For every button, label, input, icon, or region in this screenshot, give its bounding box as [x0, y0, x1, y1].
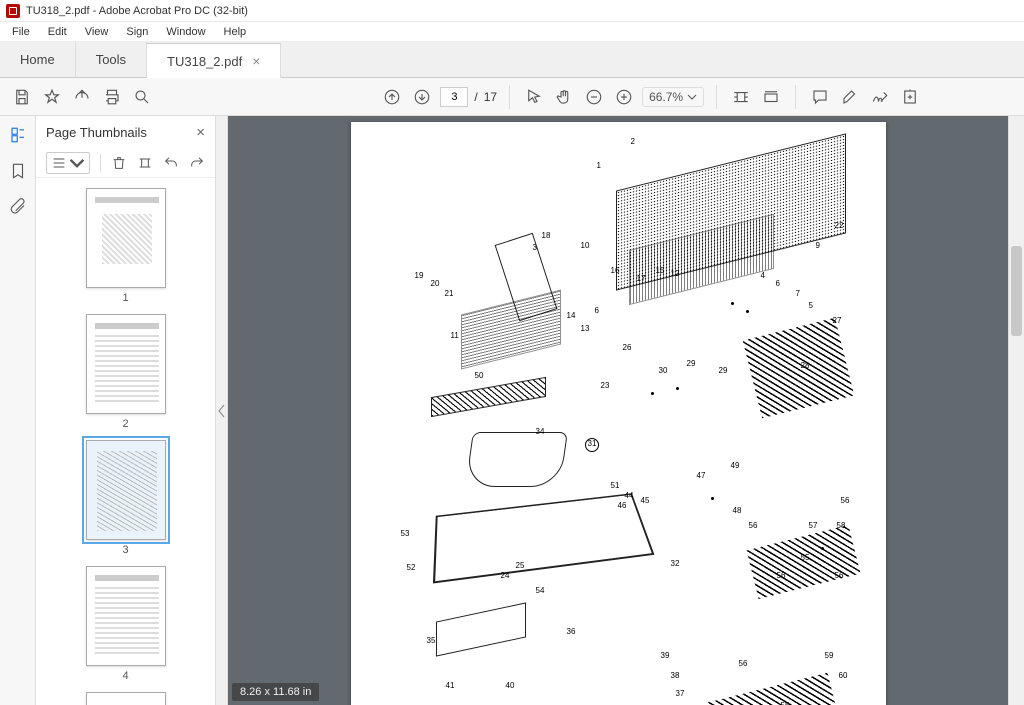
menu-view[interactable]: View [77, 24, 117, 40]
page-number-input[interactable] [440, 87, 468, 107]
content-area: Page Thumbnails × 1 2 3 [0, 116, 1024, 705]
comment-button[interactable] [808, 85, 832, 109]
sign-button[interactable] [868, 85, 892, 109]
thumb-options-button[interactable] [46, 152, 90, 174]
page-nav: / 17 [440, 87, 497, 107]
highlight-button[interactable] [838, 85, 862, 109]
tab-tools-label: Tools [96, 52, 126, 67]
thumbnail-3[interactable]: 3 [86, 440, 166, 556]
chevron-left-icon [218, 404, 226, 418]
search-button[interactable] [130, 85, 154, 109]
thumbnail-label: 3 [122, 544, 128, 556]
tab-document[interactable]: TU318_2.pdf × [147, 43, 281, 78]
tab-home-label: Home [20, 52, 55, 67]
close-icon[interactable]: × [252, 53, 260, 69]
thumbnail-label: 2 [122, 418, 128, 430]
fit-width-button[interactable] [729, 85, 753, 109]
tab-home[interactable]: Home [0, 42, 76, 77]
fit-page-button[interactable] [759, 85, 783, 109]
left-rail [0, 116, 36, 705]
rotate-pages-icon[interactable] [137, 155, 153, 171]
menu-edit[interactable]: Edit [40, 24, 75, 40]
document-page: 2 1 9 22 18 3 10 16 17 15 12 4 6 7 5 [351, 122, 886, 705]
page-up-button[interactable] [380, 85, 404, 109]
title-bar: TU318_2.pdf - Adobe Acrobat Pro DC (32-b… [0, 0, 1024, 22]
print-button[interactable] [100, 85, 124, 109]
menu-file[interactable]: File [4, 24, 38, 40]
zoom-level-label: 66.7% [649, 90, 683, 104]
thumbnail-4[interactable]: 4 [86, 566, 166, 682]
vertical-scrollbar[interactable] [1008, 116, 1024, 705]
document-viewer[interactable]: 2 1 9 22 18 3 10 16 17 15 12 4 6 7 5 [228, 116, 1008, 705]
menu-help[interactable]: Help [216, 24, 255, 40]
scrollbar-thumb[interactable] [1011, 246, 1022, 336]
bookmark-panel-icon[interactable] [9, 162, 27, 180]
thumbnail-1[interactable]: 1 [86, 188, 166, 304]
thumbnail-label: 1 [122, 292, 128, 304]
page-dimensions-label: 8.26 x 11.68 in [232, 683, 319, 701]
thumbnails-tools [36, 148, 215, 178]
select-tool[interactable] [522, 85, 546, 109]
app-icon [6, 4, 20, 18]
more-tools-button[interactable] [898, 85, 922, 109]
exploded-diagram: 2 1 9 22 18 3 10 16 17 15 12 4 6 7 5 [381, 142, 878, 705]
zoom-in-button[interactable] [612, 85, 636, 109]
tab-bar: Home Tools TU318_2.pdf × [0, 42, 1024, 78]
thumbnails-panel: Page Thumbnails × 1 2 3 [36, 116, 216, 705]
thumbnail-label: 4 [122, 670, 128, 682]
tab-tools[interactable]: Tools [76, 42, 147, 77]
menu-sign[interactable]: Sign [118, 24, 156, 40]
zoom-out-button[interactable] [582, 85, 606, 109]
star-button[interactable] [40, 85, 64, 109]
chevron-down-icon [687, 92, 697, 102]
save-button[interactable] [10, 85, 34, 109]
undo-icon[interactable] [163, 155, 179, 171]
page-sep: / [474, 90, 477, 104]
thumbnails-header: Page Thumbnails × [36, 116, 215, 148]
thumbnails-panel-icon[interactable] [9, 126, 27, 144]
thumbnail-2[interactable]: 2 [86, 314, 166, 430]
hand-tool[interactable] [552, 85, 576, 109]
menu-window[interactable]: Window [158, 24, 213, 40]
toolbar: / 17 66.7% [0, 78, 1024, 116]
tab-document-label: TU318_2.pdf [167, 54, 242, 69]
thumbnail-5[interactable] [86, 692, 166, 705]
menu-bar: File Edit View Sign Window Help [0, 22, 1024, 42]
page-total: 17 [484, 90, 497, 104]
zoom-level-dropdown[interactable]: 66.7% [642, 87, 704, 107]
collapse-handle[interactable] [216, 116, 228, 705]
window-title: TU318_2.pdf - Adobe Acrobat Pro DC (32-b… [26, 5, 248, 17]
close-panel-icon[interactable]: × [196, 124, 205, 141]
delete-icon[interactable] [111, 155, 127, 171]
share-button[interactable] [70, 85, 94, 109]
page-down-button[interactable] [410, 85, 434, 109]
redo-icon[interactable] [189, 155, 205, 171]
attachments-panel-icon[interactable] [9, 198, 27, 216]
thumbnails-list[interactable]: 1 2 3 4 [36, 178, 215, 705]
thumbnails-title: Page Thumbnails [46, 125, 147, 140]
